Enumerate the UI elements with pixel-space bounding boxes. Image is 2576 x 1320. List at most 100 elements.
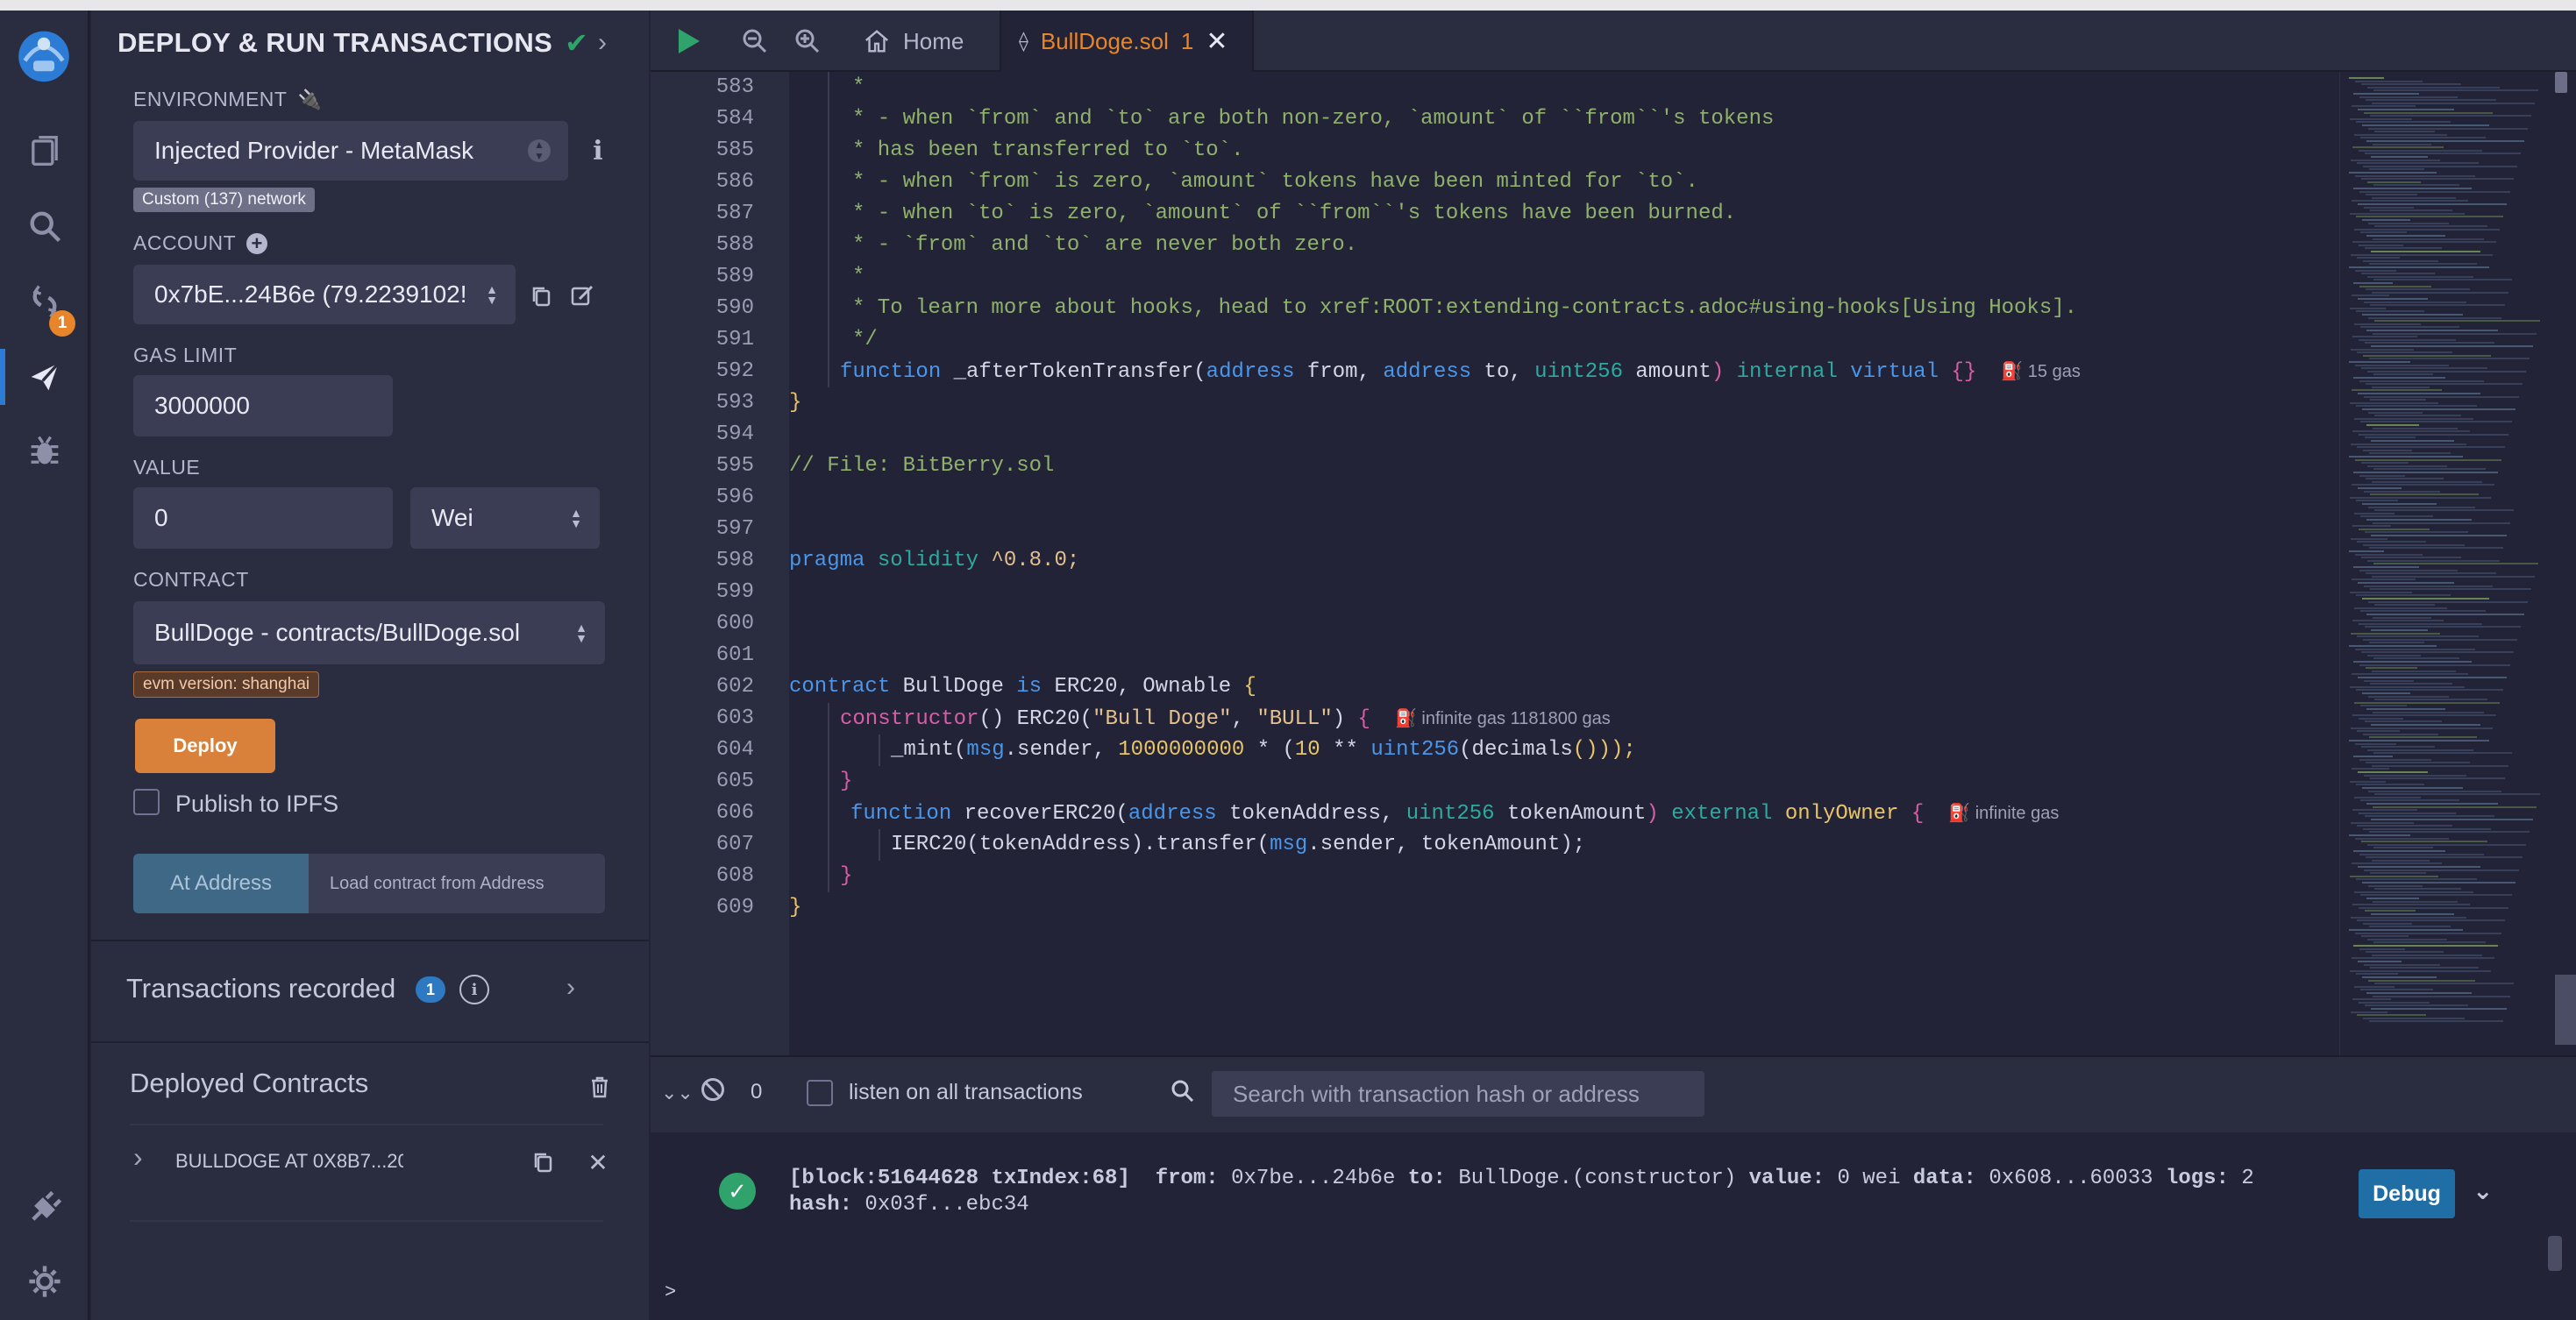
gas-limit-input[interactable]: 3000000 (133, 375, 393, 436)
minimap-line (2351, 632, 2440, 635)
minimap-line (2351, 537, 2387, 540)
listen-all-transactions-checkbox[interactable] (807, 1080, 833, 1106)
scrollbar-thumb[interactable] (2555, 975, 2576, 1045)
divider (130, 1124, 603, 1125)
value-amount-input[interactable]: 0 (133, 487, 393, 549)
minimap-line (2353, 282, 2393, 284)
contract-select[interactable]: BullDoge - contracts/BullDoge.sol ▲ ▼ (133, 601, 605, 664)
at-address-button[interactable]: At Address (133, 854, 309, 913)
minimap-line (2364, 111, 2493, 114)
file-explorer-icon[interactable] (18, 124, 71, 177)
minimap-line (2371, 629, 2428, 631)
gas-pump-icon: ⛽ (2001, 362, 2028, 381)
environment-info-icon[interactable]: i (582, 135, 614, 167)
panel-chevron-right-icon[interactable]: › (598, 28, 607, 58)
code-line[interactable]: constructor() ERC20("Bull Doge", "BULL")… (840, 703, 1611, 735)
code-line[interactable]: contract BullDoge is ERC20, Ownable { (789, 671, 1256, 703)
tx-log-line-1[interactable]: [block:51644628 txIndex:68] from: 0x7be.… (789, 1166, 2254, 1192)
remix-logo-icon[interactable] (11, 21, 77, 88)
publish-ipfs-checkbox[interactable] (133, 789, 160, 815)
select-arrows-icon: ▲ ▼ (528, 139, 551, 162)
minimap-line (2368, 411, 2423, 414)
plugin-manager-icon[interactable] (18, 1182, 71, 1234)
expand-tx-chevron-icon[interactable]: ⌄ (2473, 1176, 2493, 1205)
minimap-line (2352, 620, 2444, 622)
minimap-line (2356, 216, 2503, 218)
transactions-chevron-icon[interactable]: › (566, 973, 575, 1003)
minimap-line (2358, 866, 2480, 868)
code-line[interactable]: * (852, 72, 865, 103)
transactions-info-icon[interactable]: i (459, 975, 489, 1004)
run-script-play-icon[interactable] (668, 21, 708, 61)
code-line[interactable]: * - when `from` and `to` are both non-ze… (852, 103, 1774, 135)
code-line[interactable]: * - `from` and `to` are never both zero. (852, 230, 1357, 261)
code-token: ERC20, Ownable (1042, 675, 1244, 699)
debug-button[interactable]: Debug (2359, 1169, 2455, 1218)
code-line[interactable]: function _afterTokenTransfer(address fro… (840, 356, 2081, 387)
minimap-line (2367, 370, 2526, 373)
code-line[interactable]: } (789, 387, 801, 419)
code-line[interactable]: * - when `from` is zero, `amount` tokens… (852, 167, 1698, 198)
code-line[interactable]: function recoverERC20(address tokenAddre… (850, 798, 2059, 829)
minimap-line (2373, 657, 2459, 660)
add-account-icon[interactable]: + (246, 232, 268, 254)
code-line[interactable]: // File: BitBerry.sol (789, 451, 1054, 482)
minimap-line (2365, 153, 2521, 155)
editor-vertical-scrollbar[interactable] (2551, 72, 2576, 1055)
expand-contract-chevron-icon[interactable]: › (133, 1141, 143, 1174)
tab-home-label: Home (903, 27, 964, 54)
code-line[interactable]: } (840, 861, 852, 892)
terminal-prompt[interactable]: > (665, 1281, 676, 1303)
code-line[interactable]: } (840, 766, 852, 798)
transactions-recorded-label[interactable]: Transactions recorded (126, 973, 395, 1004)
clear-console-icon[interactable] (701, 1078, 724, 1101)
value-unit-select[interactable]: Wei ▲ ▼ (410, 487, 600, 549)
zoom-in-icon[interactable] (787, 21, 828, 61)
minimap-line (2359, 528, 2430, 530)
code-line[interactable]: * To learn more about hooks, head to xre… (852, 293, 2077, 324)
remove-contract-close-icon[interactable]: ✕ (584, 1148, 612, 1176)
deploy-run-icon[interactable] (18, 351, 71, 403)
account-select[interactable]: 0x7bE...24B6e (79.2239102! ▲ ▼ (133, 265, 516, 324)
collapse-terminal-icon[interactable]: ⌄⌄ (661, 1082, 694, 1104)
line-number: 608 (715, 864, 754, 888)
code-line[interactable]: * has been transferred to `to`. (852, 135, 1243, 167)
code-line[interactable]: _mint(msg.sender, 1000000000 * (10 ** ui… (891, 735, 1636, 766)
minimap-line (2362, 976, 2437, 978)
minimap-line (2373, 89, 2538, 92)
gas-estimate-text: infinite gas 1181800 gas (1421, 709, 1611, 728)
minimap-line (2355, 269, 2396, 272)
code-line[interactable]: * - when `to` is zero, `amount` of ``fro… (852, 198, 1736, 230)
tab-file-label: BullDoge.sol (1040, 27, 1169, 54)
code-line[interactable]: } (789, 892, 801, 924)
editor-minimap[interactable] (2339, 72, 2550, 1055)
minimap-line (2365, 626, 2521, 628)
code-token: () ERC20( (978, 707, 1093, 731)
edit-account-icon[interactable] (566, 280, 598, 312)
home-icon (865, 30, 888, 53)
environment-select[interactable]: Injected Provider - MetaMask ▲ ▼ (133, 121, 568, 181)
copy-account-icon[interactable] (526, 280, 558, 312)
code-line[interactable]: * (852, 261, 865, 293)
minimap-line (2358, 677, 2507, 678)
at-address-input[interactable]: Load contract from Address (309, 854, 605, 913)
settings-gear-icon[interactable] (18, 1255, 71, 1308)
copy-contract-address-icon[interactable] (528, 1146, 559, 1178)
zoom-out-icon[interactable] (735, 21, 775, 61)
minimap-line (2363, 922, 2412, 925)
code-line[interactable]: pragma solidity ^0.8.0; (789, 545, 1079, 577)
deploy-button[interactable]: Deploy (135, 719, 275, 773)
close-tab-icon[interactable]: ✕ (1206, 26, 1228, 57)
tab-bulldoge-sol[interactable]: ⟠ BullDoge.sol 1 ✕ (1000, 11, 1254, 72)
minimap-line (2371, 440, 2454, 442)
terminal-scrollbar-thumb[interactable] (2548, 1236, 2562, 1271)
deployed-contract-item[interactable]: BULLDOGE AT 0X8B7...20CC7 (BLC (175, 1150, 403, 1173)
code-line[interactable]: IERC20(tokenAddress).transfer(msg.sender… (891, 829, 1585, 861)
trash-icon[interactable] (586, 1073, 614, 1101)
search-icon[interactable] (18, 200, 71, 252)
minimap-line (2371, 156, 2428, 158)
transaction-search-input[interactable]: Search with transaction hash or address (1212, 1071, 1704, 1117)
code-editor[interactable]: 583 584 585 586 587 588 589 590 591 592 593 594 595 5… (651, 72, 2576, 1055)
debugger-icon[interactable] (18, 424, 71, 477)
code-line[interactable]: */ (852, 324, 878, 356)
